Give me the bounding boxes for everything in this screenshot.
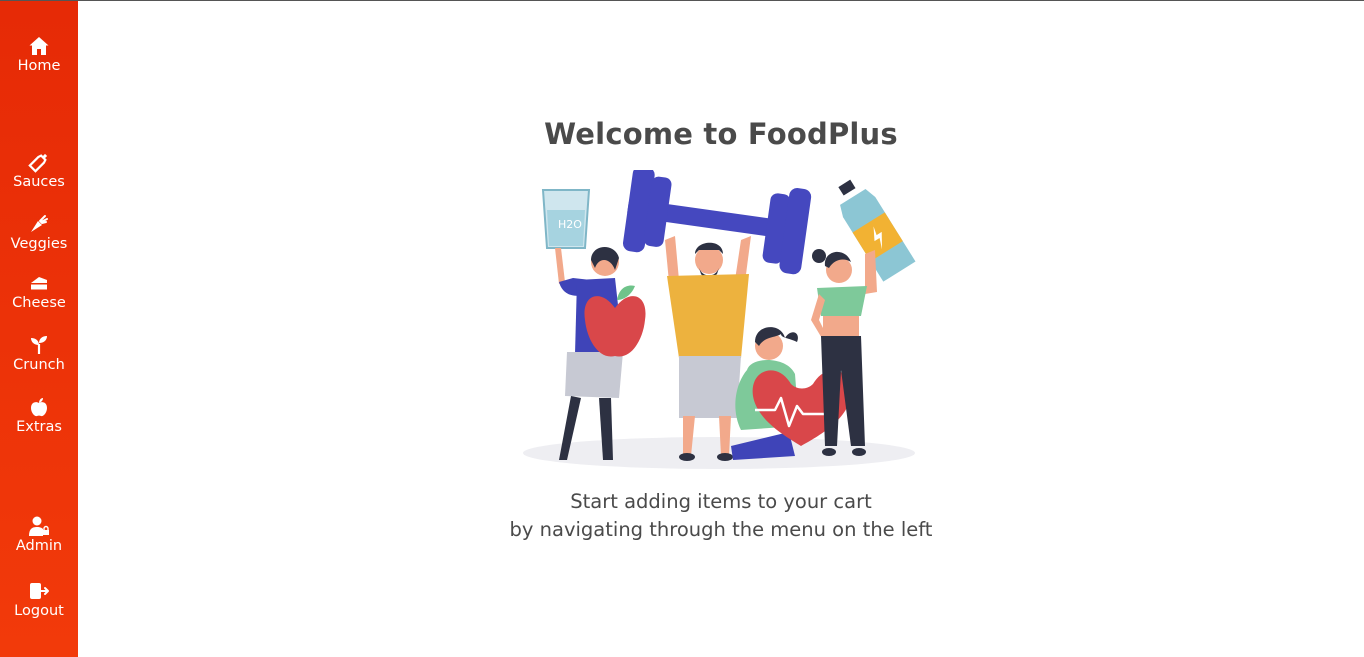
sidebar-item-admin[interactable]: Admin	[0, 515, 78, 567]
subtitle-line-1: Start adding items to your cart	[570, 490, 872, 513]
sidebar-item-label: Veggies	[10, 236, 68, 252]
main-content: Welcome to FoodPlus H2O Start adding ite…	[78, 1, 1364, 657]
sidebar-item-extras[interactable]: Extras	[0, 396, 78, 448]
sidebar-item-cheese[interactable]: Cheese	[0, 272, 78, 324]
seedling-icon	[28, 334, 50, 356]
home-icon	[28, 35, 50, 57]
sidebar-item-label: Admin	[15, 538, 63, 554]
subtitle-line-2: by navigating through the menu on the le…	[509, 518, 933, 541]
sidebar-item-label: Extras	[16, 419, 62, 435]
sidebar-nav: Home Sauces Veggies Cheese Crunch Extras…	[0, 1, 78, 657]
sidebar-item-sauces[interactable]: Sauces	[0, 151, 78, 203]
sidebar-item-label: Sauces	[13, 174, 65, 190]
cheese-icon	[28, 272, 50, 294]
hero-illustration: H2O	[519, 166, 921, 470]
apple-icon	[28, 396, 50, 418]
sidebar-item-veggies[interactable]: Veggies	[0, 213, 78, 265]
sidebar-item-logout[interactable]: Logout	[0, 580, 78, 632]
carrot-icon	[28, 213, 50, 235]
person-with-apple	[555, 246, 646, 460]
logout-icon	[28, 580, 50, 602]
admin-user-icon	[28, 515, 50, 537]
sidebar-item-label: Logout	[14, 603, 64, 619]
app-window: Home Sauces Veggies Cheese Crunch Extras…	[0, 0, 1364, 657]
water-glass-icon: H2O	[541, 189, 591, 249]
sidebar-item-label: Home	[17, 58, 61, 74]
sidebar-item-home[interactable]: Home	[0, 35, 78, 87]
page-title: Welcome to FoodPlus	[544, 117, 898, 151]
sidebar-item-label: Cheese	[12, 295, 66, 311]
sidebar-item-crunch[interactable]: Crunch	[0, 334, 78, 386]
person-lifting-dumbbell	[665, 236, 751, 461]
sauce-bottle-icon	[28, 151, 50, 173]
water-label: H2O	[558, 218, 582, 231]
sidebar-item-label: Crunch	[13, 357, 65, 373]
